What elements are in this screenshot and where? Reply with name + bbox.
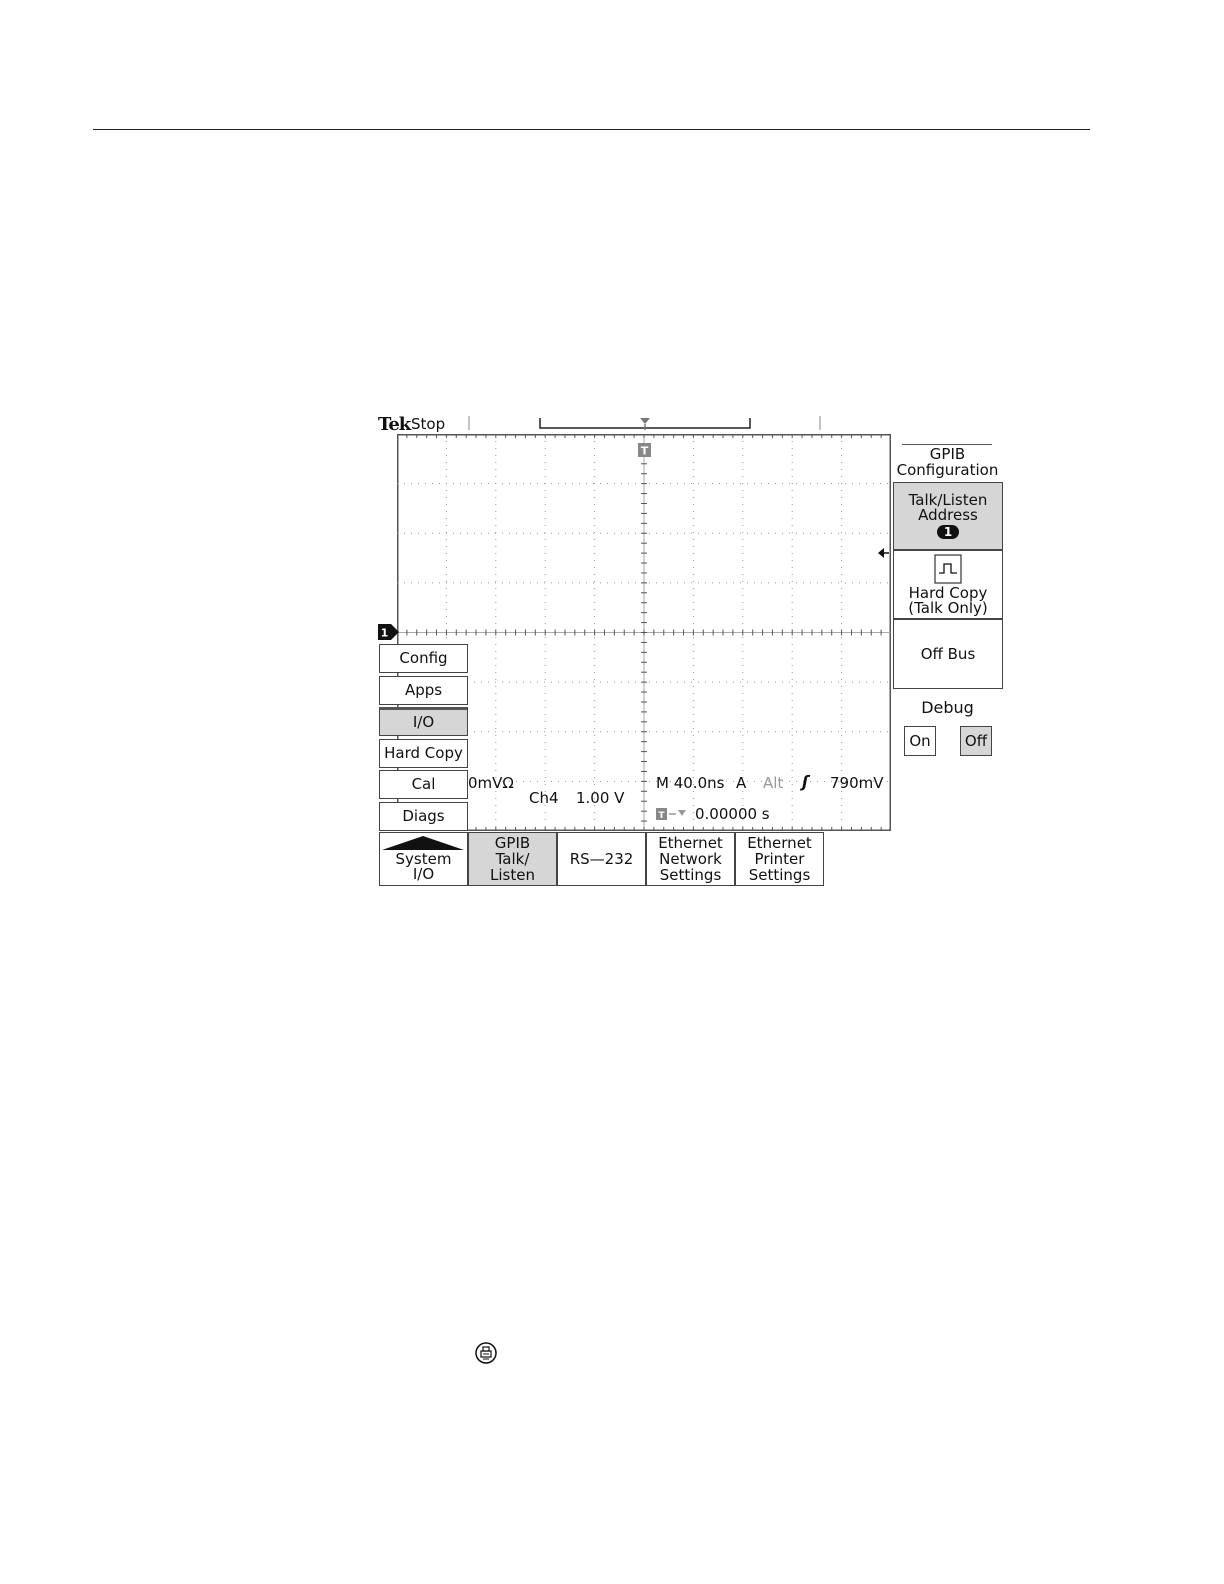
- menu-item-label: Config: [399, 649, 448, 667]
- tab-label-line1: GPIB: [494, 834, 531, 852]
- side-menu-title: GPIB Configuration: [895, 446, 1000, 478]
- tab-ethernet-network-settings[interactable]: Ethernet Network Settings: [646, 832, 735, 886]
- ch4-label: Ch4: [529, 789, 559, 807]
- menu-up-triangle-icon: [382, 836, 464, 850]
- square-wave-icon: [934, 553, 962, 584]
- system-io-menu-title[interactable]: System I/O: [379, 832, 468, 886]
- tab-ethernet-printer-settings[interactable]: Ethernet Printer Settings: [735, 832, 824, 886]
- menu-item-label: Hard Copy: [384, 743, 463, 762]
- tab-rs-232[interactable]: RS—232: [557, 832, 646, 886]
- tab-label-line3: Settings: [659, 866, 722, 884]
- page-top-rule: [93, 129, 1090, 130]
- svg-text:T: T: [658, 811, 665, 821]
- menu-item-apps[interactable]: Apps: [379, 675, 468, 705]
- menu-item-label: Apps: [404, 680, 443, 699]
- svg-text:T: T: [641, 445, 649, 458]
- talk-listen-line2: Address: [918, 506, 978, 524]
- tab-label-line2: RS—232: [569, 850, 634, 868]
- svg-text:1: 1: [381, 627, 389, 640]
- menu-item-i-o[interactable]: I/O: [379, 707, 468, 736]
- menu-title-line2: I/O: [412, 865, 435, 883]
- tab-label-line3: Settings: [748, 866, 811, 884]
- trigger-position-marker: T: [638, 443, 651, 458]
- tab-label-line2: Printer: [754, 850, 805, 868]
- trigger-mode-readout: Alt: [763, 774, 784, 792]
- debug-label: Debug: [921, 698, 974, 717]
- tab-label-line2: Talk/: [495, 850, 530, 868]
- off-bus-button[interactable]: Off Bus: [893, 619, 1003, 689]
- oscilloscope-screen: Tek Stop T 1 System I/O 0mVΩ Ch4 1.00 V …: [375, 408, 1010, 892]
- tab-label-line1: Ethernet: [658, 834, 723, 852]
- ch-scale-readout: 0mVΩ: [468, 774, 514, 792]
- address-value-badge: 1: [937, 525, 959, 539]
- trigger-source-readout: A: [736, 774, 747, 792]
- menu-item-diags[interactable]: Diags: [379, 801, 468, 831]
- trigger-position-icon: T: [656, 808, 686, 821]
- tab-label-line1: Ethernet: [747, 834, 812, 852]
- trigger-level-arrow-icon: [878, 548, 889, 558]
- side-menu-title-line2: Configuration: [896, 461, 999, 479]
- off-bus-label: Off Bus: [920, 644, 976, 663]
- tab-gpib-talk-listen[interactable]: GPIB Talk/Listen: [468, 832, 557, 886]
- menu-item-label: I/O: [412, 713, 435, 731]
- graticule: [397, 434, 891, 831]
- hard-copy-line2: (Talk Only): [908, 598, 988, 617]
- tab-label-line2: Network: [659, 850, 722, 868]
- debug-off-button[interactable]: Off: [960, 726, 992, 756]
- menu-item-cal[interactable]: Cal: [379, 770, 468, 799]
- trigger-level-readout: 790mV: [830, 774, 884, 792]
- trigger-slope-icon: ʃ: [802, 772, 809, 791]
- menu-item-hard-copy[interactable]: Hard Copy: [379, 738, 468, 768]
- print-icon: [475, 1342, 497, 1364]
- hard-copy-talk-only-button[interactable]: Hard Copy (Talk Only): [893, 550, 1003, 619]
- tab-label-line3: Listen: [490, 866, 535, 884]
- trigger-position-readout: 0.00000 s: [695, 805, 770, 823]
- menu-item-label: Diags: [402, 806, 445, 825]
- menu-item-config[interactable]: Config: [379, 644, 468, 673]
- ch4-scale: 1.00 V: [576, 789, 625, 807]
- menu-item-label: Cal: [411, 775, 436, 793]
- debug-on-button[interactable]: On: [904, 726, 936, 756]
- talk-listen-address-button[interactable]: Talk/Listen Address 1: [893, 482, 1003, 550]
- side-menu-title-line1: GPIB: [929, 445, 966, 463]
- timebase-readout: M 40.0ns: [656, 774, 725, 792]
- channel-1-marker: 1: [378, 624, 399, 640]
